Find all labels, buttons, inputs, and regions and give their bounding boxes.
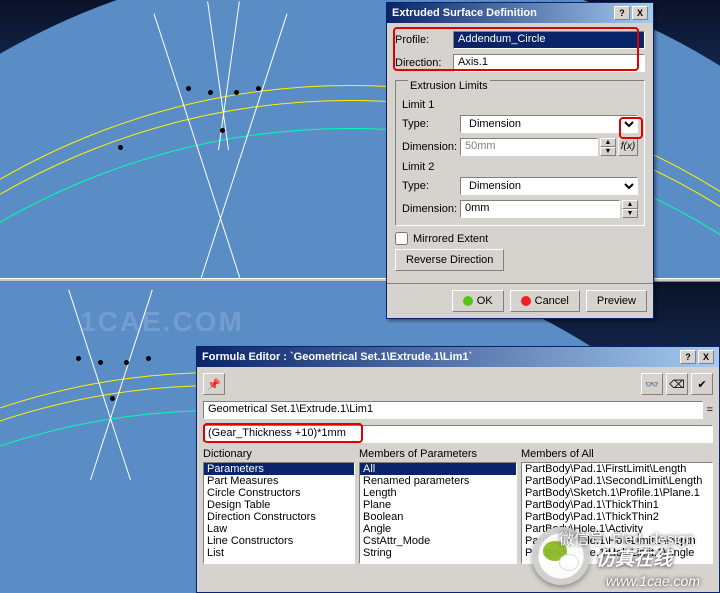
sketch-point	[186, 86, 191, 91]
members-parameters-listbox[interactable]: AllRenamed parametersLengthPlaneBooleanA…	[359, 462, 517, 564]
dialog-title: Extruded Surface Definition	[392, 7, 537, 19]
list-item[interactable]: String	[360, 547, 516, 559]
extruded-surface-dialog: Extruded Surface Definition ? X Profile:…	[386, 2, 654, 319]
list-item[interactable]: Renamed parameters	[360, 475, 516, 487]
list-item[interactable]: Part Measures	[204, 475, 354, 487]
ok-button[interactable]: OK	[452, 290, 504, 312]
limit2-dimension-field[interactable]: 0mm	[460, 200, 620, 218]
sketch-point	[76, 356, 81, 361]
limit1-label: Limit 1	[402, 99, 638, 111]
sketch-point	[146, 356, 151, 361]
toolbar-glasses-button[interactable]: 👓	[641, 373, 663, 395]
watermark: 1CAE.COM	[80, 306, 244, 338]
list-item[interactable]: PartBody\Pad.1\ThickThin1	[522, 499, 712, 511]
type-label: Type:	[402, 180, 460, 192]
site-name: 仿真在线	[596, 544, 672, 571]
dialog-titlebar[interactable]: Extruded Surface Definition ? X	[387, 3, 653, 23]
list-item[interactable]: All	[360, 463, 516, 475]
dictionary-label: Dictionary	[203, 446, 355, 462]
sketch-point	[208, 90, 213, 95]
sketch-point	[256, 86, 261, 91]
fieldset-title: Extrusion Limits	[408, 80, 490, 92]
toolbar-erase-button[interactable]: ⌫	[666, 373, 688, 395]
limit2-type-select[interactable]: Dimension	[460, 177, 638, 195]
dimension-label: Dimension:	[402, 203, 460, 215]
check-icon: ✔	[697, 378, 706, 391]
list-item[interactable]: PartBody\Pad.1\SecondLimit\Length	[522, 475, 712, 487]
equals-label: =	[707, 404, 713, 416]
sketch-point	[234, 90, 239, 95]
close-button[interactable]: X	[698, 350, 714, 364]
limit2-label: Limit 2	[402, 161, 638, 173]
cancel-button[interactable]: Cancel	[510, 290, 580, 312]
formula-button[interactable]: f(x)	[618, 138, 638, 156]
sketch-point	[118, 145, 123, 150]
toolbar-check-button[interactable]: ✔	[691, 373, 713, 395]
pin-icon: 📌	[207, 378, 221, 391]
eraser-icon: ⌫	[669, 378, 685, 391]
dialog-title: Formula Editor : `Geometrical Set.1\Extr…	[202, 351, 472, 363]
list-item[interactable]: CstAttr_Mode	[360, 535, 516, 547]
sketch-point	[110, 396, 115, 401]
list-item[interactable]: Line Constructors	[204, 535, 354, 547]
close-button[interactable]: X	[632, 6, 648, 20]
mirrored-extent-checkbox[interactable]: Mirrored Extent	[395, 232, 645, 245]
limit1-type-select[interactable]: Dimension	[460, 115, 638, 133]
cancel-icon	[521, 296, 531, 306]
list-item[interactable]: Parameters	[204, 463, 354, 475]
list-item[interactable]: Boolean	[360, 511, 516, 523]
limit1-dimension-field[interactable]: 50mm	[460, 138, 598, 156]
sketch-point	[98, 360, 103, 365]
formula-field[interactable]: (Gear_Thickness +10)*1mm	[203, 425, 713, 443]
extrusion-limits-fieldset: Extrusion Limits Limit 1 Type: Dimension…	[395, 80, 645, 226]
list-item[interactable]: PartBody\Sketch.1\Profile.1\Plane.1	[522, 487, 712, 499]
preview-button[interactable]: Preview	[586, 290, 647, 312]
site-url: www.1cae.com	[606, 573, 700, 589]
list-item[interactable]: Law	[204, 523, 354, 535]
dimension-label: Dimension:	[402, 141, 460, 153]
list-item[interactable]: Angle	[360, 523, 516, 535]
members-all-label: Members of All	[521, 446, 713, 462]
list-item[interactable]: Design Table	[204, 499, 354, 511]
list-item[interactable]: PartBody\Pad.1\ThickThin2	[522, 511, 712, 523]
direction-field[interactable]: Axis.1	[453, 54, 645, 72]
list-item[interactable]: PartBody\Pad.1\FirstLimit\Length	[522, 463, 712, 475]
profile-label: Profile:	[395, 34, 453, 46]
dictionary-listbox[interactable]: ParametersPart MeasuresCircle Constructo…	[203, 462, 355, 564]
spinner[interactable]: ▲▼	[600, 138, 616, 156]
direction-label: Direction:	[395, 57, 453, 69]
type-label: Type:	[402, 118, 460, 130]
glasses-icon: 👓	[645, 378, 659, 391]
reverse-direction-button[interactable]: Reverse Direction	[395, 249, 504, 271]
mirrored-checkbox-input[interactable]	[395, 232, 408, 245]
parameter-path-field[interactable]: Geometrical Set.1\Extrude.1\Lim1	[203, 401, 703, 419]
list-item[interactable]: Length	[360, 487, 516, 499]
spinner[interactable]: ▲▼	[622, 200, 638, 218]
list-item[interactable]: Circle Constructors	[204, 487, 354, 499]
mirrored-label: Mirrored Extent	[413, 233, 488, 245]
sketch-point	[124, 360, 129, 365]
list-item[interactable]: Direction Constructors	[204, 511, 354, 523]
help-button[interactable]: ?	[680, 350, 696, 364]
members-parameters-label: Members of Parameters	[359, 446, 517, 462]
help-button[interactable]: ?	[614, 6, 630, 20]
sketch-point	[220, 128, 225, 133]
profile-field[interactable]: Addendum_Circle	[453, 31, 645, 49]
toolbar-icon[interactable]: 📌	[203, 373, 225, 395]
ok-icon	[463, 296, 473, 306]
list-item[interactable]: List	[204, 547, 354, 559]
dialog-titlebar[interactable]: Formula Editor : `Geometrical Set.1\Extr…	[197, 347, 719, 367]
list-item[interactable]: Plane	[360, 499, 516, 511]
